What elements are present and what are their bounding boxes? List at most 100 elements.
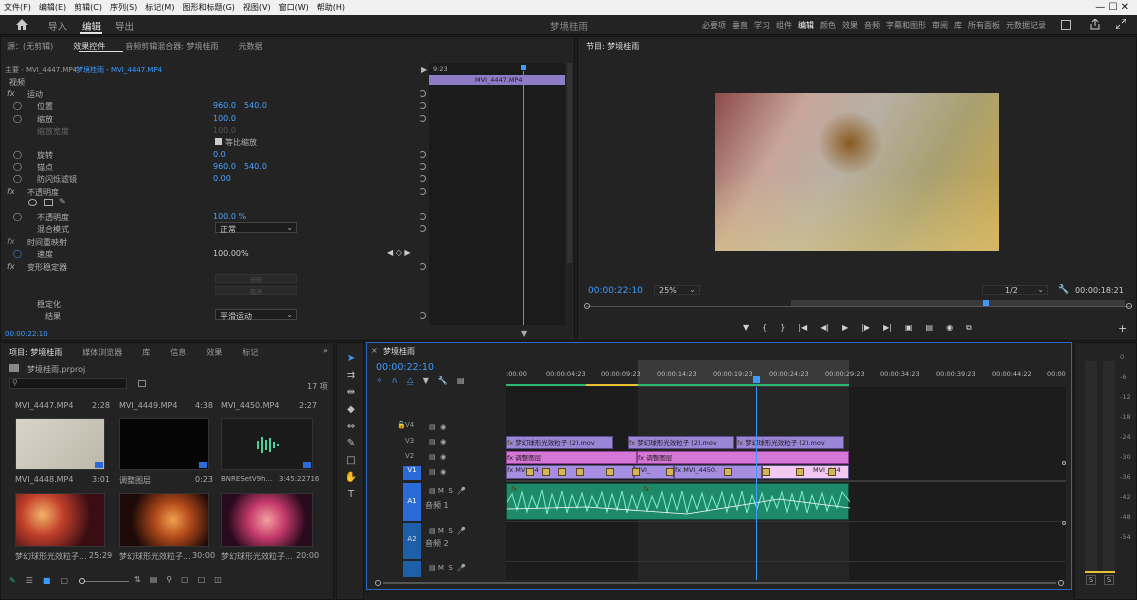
menu-window[interactable]: 窗口(W) (275, 2, 313, 13)
mode-export[interactable]: 导出 (115, 19, 134, 33)
keyframe-marker[interactable] (632, 468, 640, 476)
close-icon[interactable]: × (371, 346, 378, 355)
reset-icon[interactable] (419, 90, 426, 97)
keyframe-marker[interactable] (828, 468, 836, 476)
nest-icon[interactable]: ✧ (376, 376, 383, 386)
add-marker-icon[interactable]: ▼ (423, 376, 429, 386)
razor-tool-icon[interactable]: ◆ (347, 404, 355, 415)
media-thumbnail[interactable] (221, 493, 313, 547)
result-select[interactable]: 平滑运动 ⌄ (215, 309, 297, 321)
linked-selection-icon[interactable]: ⧋ (407, 376, 414, 386)
mark-out-icon[interactable]: } (780, 323, 785, 333)
keyframe-marker[interactable] (666, 468, 674, 476)
new-item-icon[interactable]: □ (198, 575, 206, 584)
timeline-title[interactable]: 梦境桂雨 (383, 346, 415, 357)
stopwatch-icon[interactable]: ◯ (13, 150, 22, 159)
rect-mask-icon[interactable] (44, 199, 53, 206)
motion-label[interactable]: 运动 (27, 89, 43, 100)
reset-icon[interactable] (419, 151, 426, 158)
track-label-v4[interactable]: V4 (405, 421, 421, 435)
v1-controls[interactable]: ▤ ◉ (429, 468, 489, 483)
keyframe-marker[interactable] (526, 468, 534, 476)
clip-v3[interactable]: fx 梦幻球形光效粒子 (2).mov (506, 436, 613, 449)
selection-tool-icon[interactable]: ➤ (347, 353, 355, 364)
menu-sequence[interactable]: 序列(S) (106, 2, 141, 13)
tab-audio-mixer[interactable]: 音频剪辑混合器: 梦境桂雨 (125, 41, 218, 52)
a2-controls[interactable]: ▤ M S 🎤 (429, 527, 466, 535)
keyframe-marker[interactable] (558, 468, 566, 476)
effect-scrollbar[interactable] (567, 63, 572, 263)
menu-help[interactable]: 帮助(H) (313, 2, 349, 13)
ws-essentials[interactable]: 必要项 (702, 20, 726, 31)
anchor-x-value[interactable]: 960.0 (213, 162, 236, 171)
more-tabs-icon[interactable]: » (323, 346, 328, 355)
v3-controls[interactable]: ▤ ◉ (429, 438, 489, 453)
media-thumbnail[interactable] (119, 418, 209, 470)
find-icon[interactable]: ⚲ (166, 575, 172, 584)
vscroll-handle[interactable] (1062, 521, 1066, 525)
clip-v3[interactable]: fx 梦幻球形光效粒子 (2).mov (628, 436, 734, 449)
scale-value[interactable]: 100.0 (213, 114, 236, 123)
a3-controls[interactable]: ▤ M S 🎤 (429, 564, 466, 572)
program-scrubber[interactable] (584, 300, 1132, 312)
tab-info[interactable]: 信息 (170, 347, 186, 358)
sequence-clip-select[interactable]: 梦境桂雨 - MVI_4447.MP4 (76, 65, 162, 75)
reset-icon[interactable] (419, 312, 426, 319)
track-label-a2[interactable]: A2 (403, 523, 421, 559)
menu-graphics[interactable]: 图形和标题(G) (178, 2, 238, 13)
track-label-v3[interactable]: V3 (405, 437, 421, 451)
ws-captions[interactable]: 字幕和图形 (886, 20, 926, 31)
rectangle-tool-icon[interactable]: □ (346, 455, 355, 466)
go-to-in-icon[interactable]: |◀ (798, 323, 807, 333)
reset-icon[interactable] (419, 263, 426, 270)
go-to-out-icon[interactable]: ▶| (883, 323, 892, 333)
ws-libraries[interactable]: 库 (954, 20, 962, 31)
track-label-v2[interactable]: V2 (405, 452, 421, 466)
stopwatch-icon[interactable]: ◯ (13, 162, 22, 171)
slip-tool-icon[interactable]: ⇔ (347, 421, 355, 432)
mode-edit[interactable]: 编辑 (82, 19, 101, 33)
timeline-playhead-handle[interactable] (753, 376, 760, 383)
time-remap-label[interactable]: 时间重映射 (27, 237, 67, 248)
list-view-icon[interactable]: ☰ (26, 576, 33, 585)
home-icon[interactable] (16, 19, 28, 30)
tab-metadata[interactable]: 元数据 (239, 41, 263, 52)
stopwatch-icon[interactable]: ◯ (13, 249, 22, 258)
settings-wrench-icon[interactable]: 🔧 (438, 376, 448, 386)
reset-icon[interactable] (419, 115, 426, 122)
track-label-a3[interactable] (403, 561, 421, 577)
stopwatch-icon[interactable]: ◯ (13, 212, 22, 221)
timeline-ruler[interactable]: :00:00 00:00:04:23 00:00:09:23 00:00:14:… (506, 360, 1066, 388)
v4-controls[interactable]: ▤ ◉ (429, 423, 489, 438)
mini-playhead-handle[interactable] (521, 65, 526, 70)
keyframe-marker[interactable] (796, 468, 804, 476)
fx-icon[interactable]: fx (7, 237, 15, 246)
zoom-handle-left[interactable] (584, 303, 590, 309)
menu-clip[interactable]: 剪辑(C) (70, 2, 106, 13)
ws-metadata[interactable]: 元数据记录 (1006, 20, 1046, 31)
stopwatch-icon[interactable]: ◯ (13, 174, 22, 183)
export-frame-icon[interactable]: ◉ (946, 323, 953, 333)
mark-in-icon[interactable]: { (762, 323, 767, 333)
add-marker-icon[interactable]: ▼ (743, 323, 749, 333)
fx-icon[interactable]: fx (7, 187, 15, 196)
media-thumbnail[interactable] (15, 418, 105, 470)
position-x-value[interactable]: 960.0 (213, 101, 236, 110)
sort-icon[interactable]: ⇅ (134, 575, 141, 584)
icon-view-icon[interactable]: ■ (43, 576, 51, 585)
program-timecode[interactable]: 00:00:22:10 (588, 286, 643, 296)
position-y-value[interactable]: 540.0 (244, 101, 267, 110)
vscroll-handle[interactable] (1062, 461, 1066, 465)
track-label-a1[interactable]: A1 (403, 483, 421, 521)
lock-icon[interactable]: 🔓 (397, 421, 406, 429)
zoom-select[interactable]: 25% ⌄ (654, 285, 700, 295)
ws-vertical[interactable]: 垂直 (732, 20, 748, 31)
thumbnail-size-slider[interactable] (81, 581, 129, 582)
keyframe-marker[interactable] (762, 468, 770, 476)
solo-right-button[interactable]: S (1104, 575, 1114, 585)
warp-stabilizer-label[interactable]: 变形稳定器 (27, 262, 67, 273)
ws-editing[interactable]: 编辑 (798, 20, 814, 31)
effect-current-time[interactable]: 00:00:22:10 (5, 330, 48, 338)
extract-icon[interactable]: ▤ (926, 323, 934, 333)
rotation-value[interactable]: 0.0 (213, 150, 226, 159)
